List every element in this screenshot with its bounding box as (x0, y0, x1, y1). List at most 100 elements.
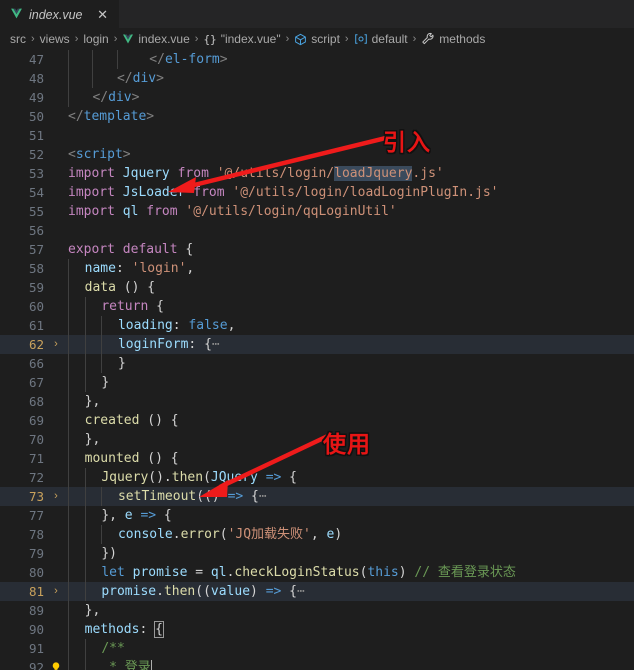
code-line-49[interactable]: 49 </div> (0, 88, 634, 107)
code-line-55[interactable]: 55 import ql from '@/utils/login/qqLogin… (0, 202, 634, 221)
code-line-47[interactable]: 47 </el-form> (0, 50, 634, 69)
code-line-72[interactable]: 72 Jquery().then(JQuery => { (0, 468, 634, 487)
line-number: 48 (28, 71, 44, 86)
breadcrumb-item-index-vue[interactable]: index.vue (122, 32, 190, 46)
code-editor[interactable]: 47 </el-form> 48 </div> 49 </div> 50 </t… (0, 50, 634, 670)
breadcrumb-item-default[interactable]: default (354, 32, 408, 46)
code-line-60[interactable]: 60 return { (0, 297, 634, 316)
code-line-80[interactable]: 80 let promise = ql.checkLoginStatus(thi… (0, 563, 634, 582)
breadcrumb-item-script[interactable]: script (294, 32, 340, 46)
fold-gutter (48, 544, 64, 563)
code-line-56[interactable]: 56 (0, 221, 634, 240)
line-number: 77 (28, 508, 44, 523)
editor-tab-index-vue[interactable]: index.vue ✕ (0, 0, 119, 28)
line-number: 71 (28, 451, 44, 466)
code-line-91[interactable]: 91 /** (0, 639, 634, 658)
line-number: 50 (28, 109, 44, 124)
code-line-53[interactable]: 53 import Jquery from '@/utils/login/loa… (0, 164, 634, 183)
breadcrumb-item-login[interactable]: login (83, 32, 108, 46)
code-line-70[interactable]: 70 }, (0, 430, 634, 449)
line-number: 57 (28, 242, 44, 257)
code-line-62[interactable]: 62 › loginForm: {⋯ (0, 335, 634, 354)
code-line-89[interactable]: 89 }, (0, 601, 634, 620)
fold-gutter (48, 221, 64, 240)
fold-ellipsis[interactable]: ⋯ (297, 584, 305, 599)
fold-ellipsis[interactable]: ⋯ (212, 337, 220, 352)
code-text: return { (64, 297, 634, 316)
line-number: 70 (28, 432, 44, 447)
code-line-71[interactable]: 71 mounted () { (0, 449, 634, 468)
code-text: </el-form> (64, 50, 634, 69)
fold-gutter (48, 392, 64, 411)
code-line-57[interactable]: 57 export default { (0, 240, 634, 259)
object-icon (354, 33, 368, 45)
fold-gutter (48, 468, 64, 487)
breadcrumb-item-views[interactable]: views (40, 32, 70, 46)
breadcrumb: src › views › login › index.vue › {} "in… (0, 28, 634, 50)
fold-gutter (48, 259, 64, 278)
editor-tab-label: index.vue (29, 7, 83, 22)
line-number: 51 (28, 128, 44, 143)
fold-gutter (48, 639, 64, 658)
code-line-66[interactable]: 66 } (0, 354, 634, 373)
breadcrumb-label: views (39, 32, 70, 46)
code-text: data () { (64, 278, 634, 297)
breadcrumb-separator-icon: › (285, 33, 290, 45)
line-number: 90 (28, 622, 44, 637)
code-text: import ql from '@/utils/login/qqLoginUti… (68, 204, 397, 219)
code-line-73[interactable]: 73 › setTimeout(() => {⋯ (0, 487, 634, 506)
code-line-81[interactable]: 81 › promise.then((value) => {⋯ (0, 582, 634, 601)
breadcrumb-label: script (311, 32, 340, 46)
code-line-54[interactable]: 54 import JsLoader from '@/utils/login/l… (0, 183, 634, 202)
chevron-right-fold-icon[interactable]: › (48, 582, 64, 601)
code-line-68[interactable]: 68 }, (0, 392, 634, 411)
code-line-51[interactable]: 51 (0, 126, 634, 145)
line-number: 60 (28, 299, 44, 314)
code-line-69[interactable]: 69 created () { (0, 411, 634, 430)
code-line-78[interactable]: 78 console.error('JQ加载失败', e) (0, 525, 634, 544)
code-text: * 登录 (64, 658, 634, 670)
breadcrumb-item-src[interactable]: src (10, 32, 26, 46)
code-line-67[interactable]: 67 } (0, 373, 634, 392)
code-line-48[interactable]: 48 </div> (0, 69, 634, 88)
lightbulb-icon[interactable] (48, 658, 64, 670)
code-line-92[interactable]: 92 * 登录 (0, 658, 634, 670)
chevron-right-fold-icon[interactable]: › (48, 335, 64, 354)
line-number: 72 (28, 470, 44, 485)
line-number: 61 (28, 318, 44, 333)
code-text: console.error('JQ加载失败', e) (64, 525, 634, 544)
code-line-90[interactable]: 90 methods: { (0, 620, 634, 639)
line-number: 47 (28, 52, 44, 67)
breadcrumb-separator-icon: › (113, 33, 118, 45)
close-icon[interactable]: ✕ (95, 7, 111, 23)
code-line-59[interactable]: 59 data () { (0, 278, 634, 297)
code-line-50[interactable]: 50 </template> (0, 107, 634, 126)
breadcrumb-item-methods[interactable]: methods (421, 32, 485, 46)
breadcrumb-label: index.vue (138, 32, 190, 46)
code-text: }, e => { (64, 506, 634, 525)
code-line-58[interactable]: 58 name: 'login', (0, 259, 634, 278)
breadcrumb-label: default (371, 32, 408, 46)
code-line-79[interactable]: 79 }) (0, 544, 634, 563)
line-number: 79 (28, 546, 44, 561)
code-line-61[interactable]: 61 loading: false, (0, 316, 634, 335)
fold-gutter (48, 354, 64, 373)
chevron-right-fold-icon[interactable]: › (48, 487, 64, 506)
code-line-77[interactable]: 77 }, e => { (0, 506, 634, 525)
fold-gutter (48, 373, 64, 392)
selected-text: loadJquery (334, 166, 413, 181)
line-number: 67 (28, 375, 44, 390)
code-text: let promise = ql.checkLoginStatus(this) … (64, 563, 634, 582)
line-number: 78 (28, 527, 44, 542)
breadcrumb-label: methods (439, 32, 486, 46)
code-line-52[interactable]: 52 <script> (0, 145, 634, 164)
code-text: import Jquery from '@/utils/login/loadJq… (68, 166, 444, 181)
line-number: 92 (28, 660, 44, 670)
fold-gutter (48, 107, 64, 126)
fold-ellipsis[interactable]: ⋯ (259, 489, 267, 504)
fold-gutter (48, 411, 64, 430)
breadcrumb-item-index-vue-symbol[interactable]: {} "index.vue" (203, 32, 280, 46)
fold-gutter (48, 563, 64, 582)
code-text: </template> (68, 109, 155, 124)
